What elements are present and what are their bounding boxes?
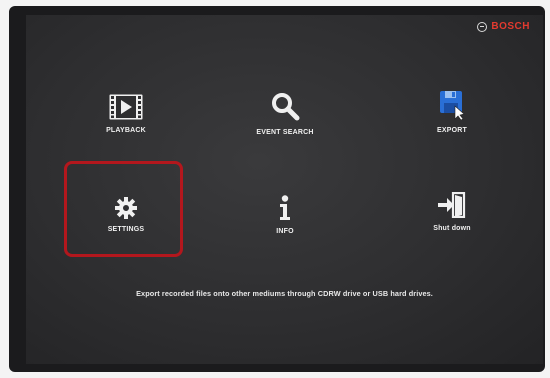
- info-label: INFO: [276, 228, 294, 235]
- dvr-screen: BOSCH PLAYBACK EVENT SEARCH EXPORT SETTI…: [26, 15, 543, 364]
- info-button[interactable]: INFO: [225, 180, 345, 250]
- brand: BOSCH: [477, 21, 530, 32]
- info-icon: [278, 195, 292, 221]
- event-search-button[interactable]: EVENT SEARCH: [225, 79, 345, 149]
- export-button[interactable]: EXPORT: [392, 77, 512, 147]
- search-icon: [270, 92, 300, 122]
- selection-highlight: [64, 161, 183, 257]
- playback-button[interactable]: PLAYBACK: [66, 79, 186, 149]
- event-search-label: EVENT SEARCH: [256, 129, 314, 136]
- floppy-disk-icon: [438, 90, 466, 120]
- bosch-armature-icon: [477, 21, 488, 32]
- playback-label: PLAYBACK: [106, 127, 146, 134]
- film-play-icon: [109, 94, 143, 120]
- shut-down-button[interactable]: Shut down: [392, 177, 512, 247]
- brand-name: BOSCH: [491, 21, 530, 32]
- shut-down-label: Shut down: [433, 225, 471, 232]
- exit-door-icon: [437, 192, 467, 218]
- description-text: Export recorded files onto other mediums…: [136, 289, 433, 298]
- export-label: EXPORT: [437, 127, 467, 134]
- monitor-bezel: BOSCH PLAYBACK EVENT SEARCH EXPORT SETTI…: [9, 6, 545, 372]
